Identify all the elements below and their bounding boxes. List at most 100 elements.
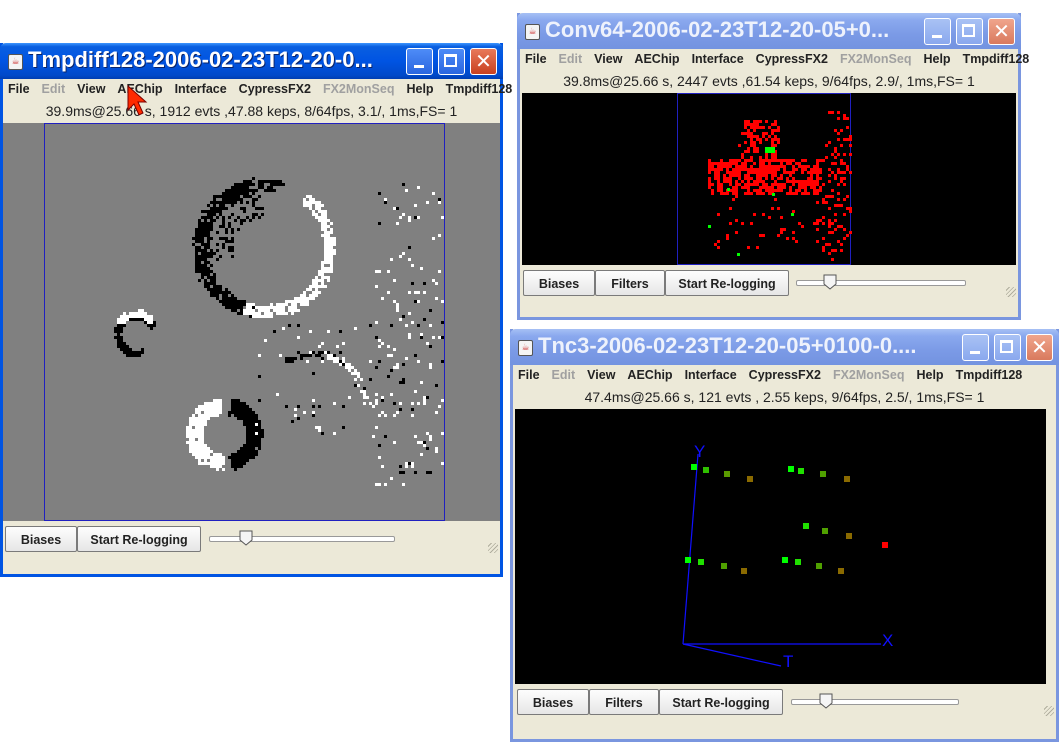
event-pixel [189, 417, 192, 420]
maximize-button[interactable] [956, 18, 983, 45]
menu-help[interactable]: Help [923, 49, 950, 66]
event-pixel [291, 306, 294, 309]
title-bar[interactable]: ☕ Conv64-2006-02-23T12-20-05+0... ✕ [517, 13, 1021, 49]
title-bar[interactable]: ☕ Tnc3-2006-02-23T12-20-05+0100-0.... ✕ [510, 329, 1059, 365]
menu-aechip[interactable]: AEChip [634, 49, 679, 66]
event-pixel [288, 306, 291, 309]
red-event [837, 153, 840, 156]
red-event [816, 228, 819, 231]
biases-button[interactable]: Biases [5, 526, 77, 552]
slider-thumb[interactable] [239, 530, 253, 546]
event-pixel [204, 423, 207, 426]
minimize-button[interactable] [962, 334, 989, 361]
close-button[interactable]: ✕ [988, 18, 1015, 45]
event-pixel [249, 189, 252, 192]
event-pixel [288, 309, 291, 312]
menu-view[interactable]: View [587, 365, 615, 382]
menu-interface[interactable]: Interface [692, 49, 744, 66]
filters-button[interactable]: Filters [589, 689, 659, 715]
event-pixel [258, 420, 261, 423]
menu-cypressfx2[interactable]: CypressFX2 [239, 79, 311, 96]
red-event [837, 225, 840, 228]
red-event [726, 234, 729, 237]
filters-button[interactable]: Filters [595, 270, 665, 296]
menu-edit[interactable]: Edit [559, 49, 583, 66]
event-pixel [243, 414, 246, 417]
title-bar[interactable]: ☕ Tmpdiff128-2006-02-23T12-20-0... ✕ [0, 43, 503, 79]
biases-button[interactable]: Biases [523, 270, 595, 296]
close-button[interactable]: ✕ [1026, 334, 1053, 361]
menu-file[interactable]: File [8, 79, 30, 96]
resize-grip[interactable] [1006, 287, 1016, 297]
window-title: Tnc3-2006-02-23T12-20-05+0100-0.... [538, 333, 917, 358]
event-pixel [399, 216, 402, 219]
menu-tmpdiff128[interactable]: Tmpdiff128 [963, 49, 1030, 66]
event-pixel [378, 444, 381, 447]
menu-help[interactable]: Help [406, 79, 433, 96]
maximize-button[interactable] [438, 48, 465, 75]
event-pixel [240, 453, 243, 456]
menu-edit[interactable]: Edit [42, 79, 66, 96]
event-pixel [258, 375, 261, 378]
maximize-icon [444, 54, 457, 67]
event-pixel [432, 336, 435, 339]
menu-edit[interactable]: Edit [552, 365, 576, 382]
maximize-button[interactable] [994, 334, 1021, 361]
slider-thumb[interactable] [823, 274, 837, 290]
start-relogging-button[interactable]: Start Re-logging [77, 526, 201, 552]
event-pixel [363, 402, 366, 405]
java-cup-icon[interactable]: ☕ [525, 24, 540, 40]
close-button[interactable]: ✕ [470, 48, 497, 75]
menu-file[interactable]: File [518, 365, 540, 382]
event-pixel [195, 453, 198, 456]
slider-track[interactable] [791, 699, 959, 705]
red-event [837, 183, 840, 186]
minimize-button[interactable] [924, 18, 951, 45]
event-pixel [123, 315, 126, 318]
minimize-button[interactable] [406, 48, 433, 75]
menu-view[interactable]: View [77, 79, 105, 96]
menu-cypressfx2[interactable]: CypressFX2 [749, 365, 821, 382]
event-pixel [276, 180, 279, 183]
red-event [831, 231, 834, 234]
resize-grip[interactable] [488, 543, 498, 553]
event-pixel [234, 300, 237, 303]
menu-view[interactable]: View [594, 49, 622, 66]
slider-track[interactable] [209, 536, 395, 542]
retina-view[interactable] [3, 123, 500, 521]
resize-grip[interactable] [1044, 706, 1054, 716]
event-pixel [333, 240, 336, 243]
red-event [768, 168, 771, 171]
start-relogging-button[interactable]: Start Re-logging [659, 689, 783, 715]
menu-help[interactable]: Help [916, 365, 943, 382]
conv-view[interactable] [522, 93, 1016, 265]
biases-button[interactable]: Biases [517, 689, 589, 715]
java-cup-icon[interactable]: ☕ [518, 340, 533, 356]
java-cup-icon[interactable]: ☕ [8, 54, 23, 70]
tnc3-view[interactable]: Y X T [515, 409, 1046, 684]
menu-interface[interactable]: Interface [175, 79, 227, 96]
event-pixel [252, 312, 255, 315]
slider-track[interactable] [796, 280, 966, 286]
red-event [762, 168, 765, 171]
menu-cypressfx2[interactable]: CypressFX2 [756, 49, 828, 66]
menu-tmpdiff128[interactable]: Tmpdiff128 [446, 79, 513, 96]
menu-fx2monseq[interactable]: FX2MonSeq [840, 49, 912, 66]
event-pixel [420, 333, 423, 336]
event-pixel [375, 399, 378, 402]
event-pixel [375, 426, 378, 429]
event-pixel [279, 306, 282, 309]
menu-fx2monseq[interactable]: FX2MonSeq [323, 79, 395, 96]
menu-fx2monseq[interactable]: FX2MonSeq [833, 365, 905, 382]
event-pixel [312, 411, 315, 414]
event-pixel [294, 309, 297, 312]
event-pixel [249, 306, 252, 309]
menu-tmpdiff128[interactable]: Tmpdiff128 [956, 365, 1023, 382]
event-pixel [258, 312, 261, 315]
menu-interface[interactable]: Interface [685, 365, 737, 382]
slider-thumb[interactable] [819, 693, 833, 709]
event-pixel [252, 198, 255, 201]
start-relogging-button[interactable]: Start Re-logging [665, 270, 789, 296]
menu-file[interactable]: File [525, 49, 547, 66]
menu-aechip[interactable]: AEChip [627, 365, 672, 382]
